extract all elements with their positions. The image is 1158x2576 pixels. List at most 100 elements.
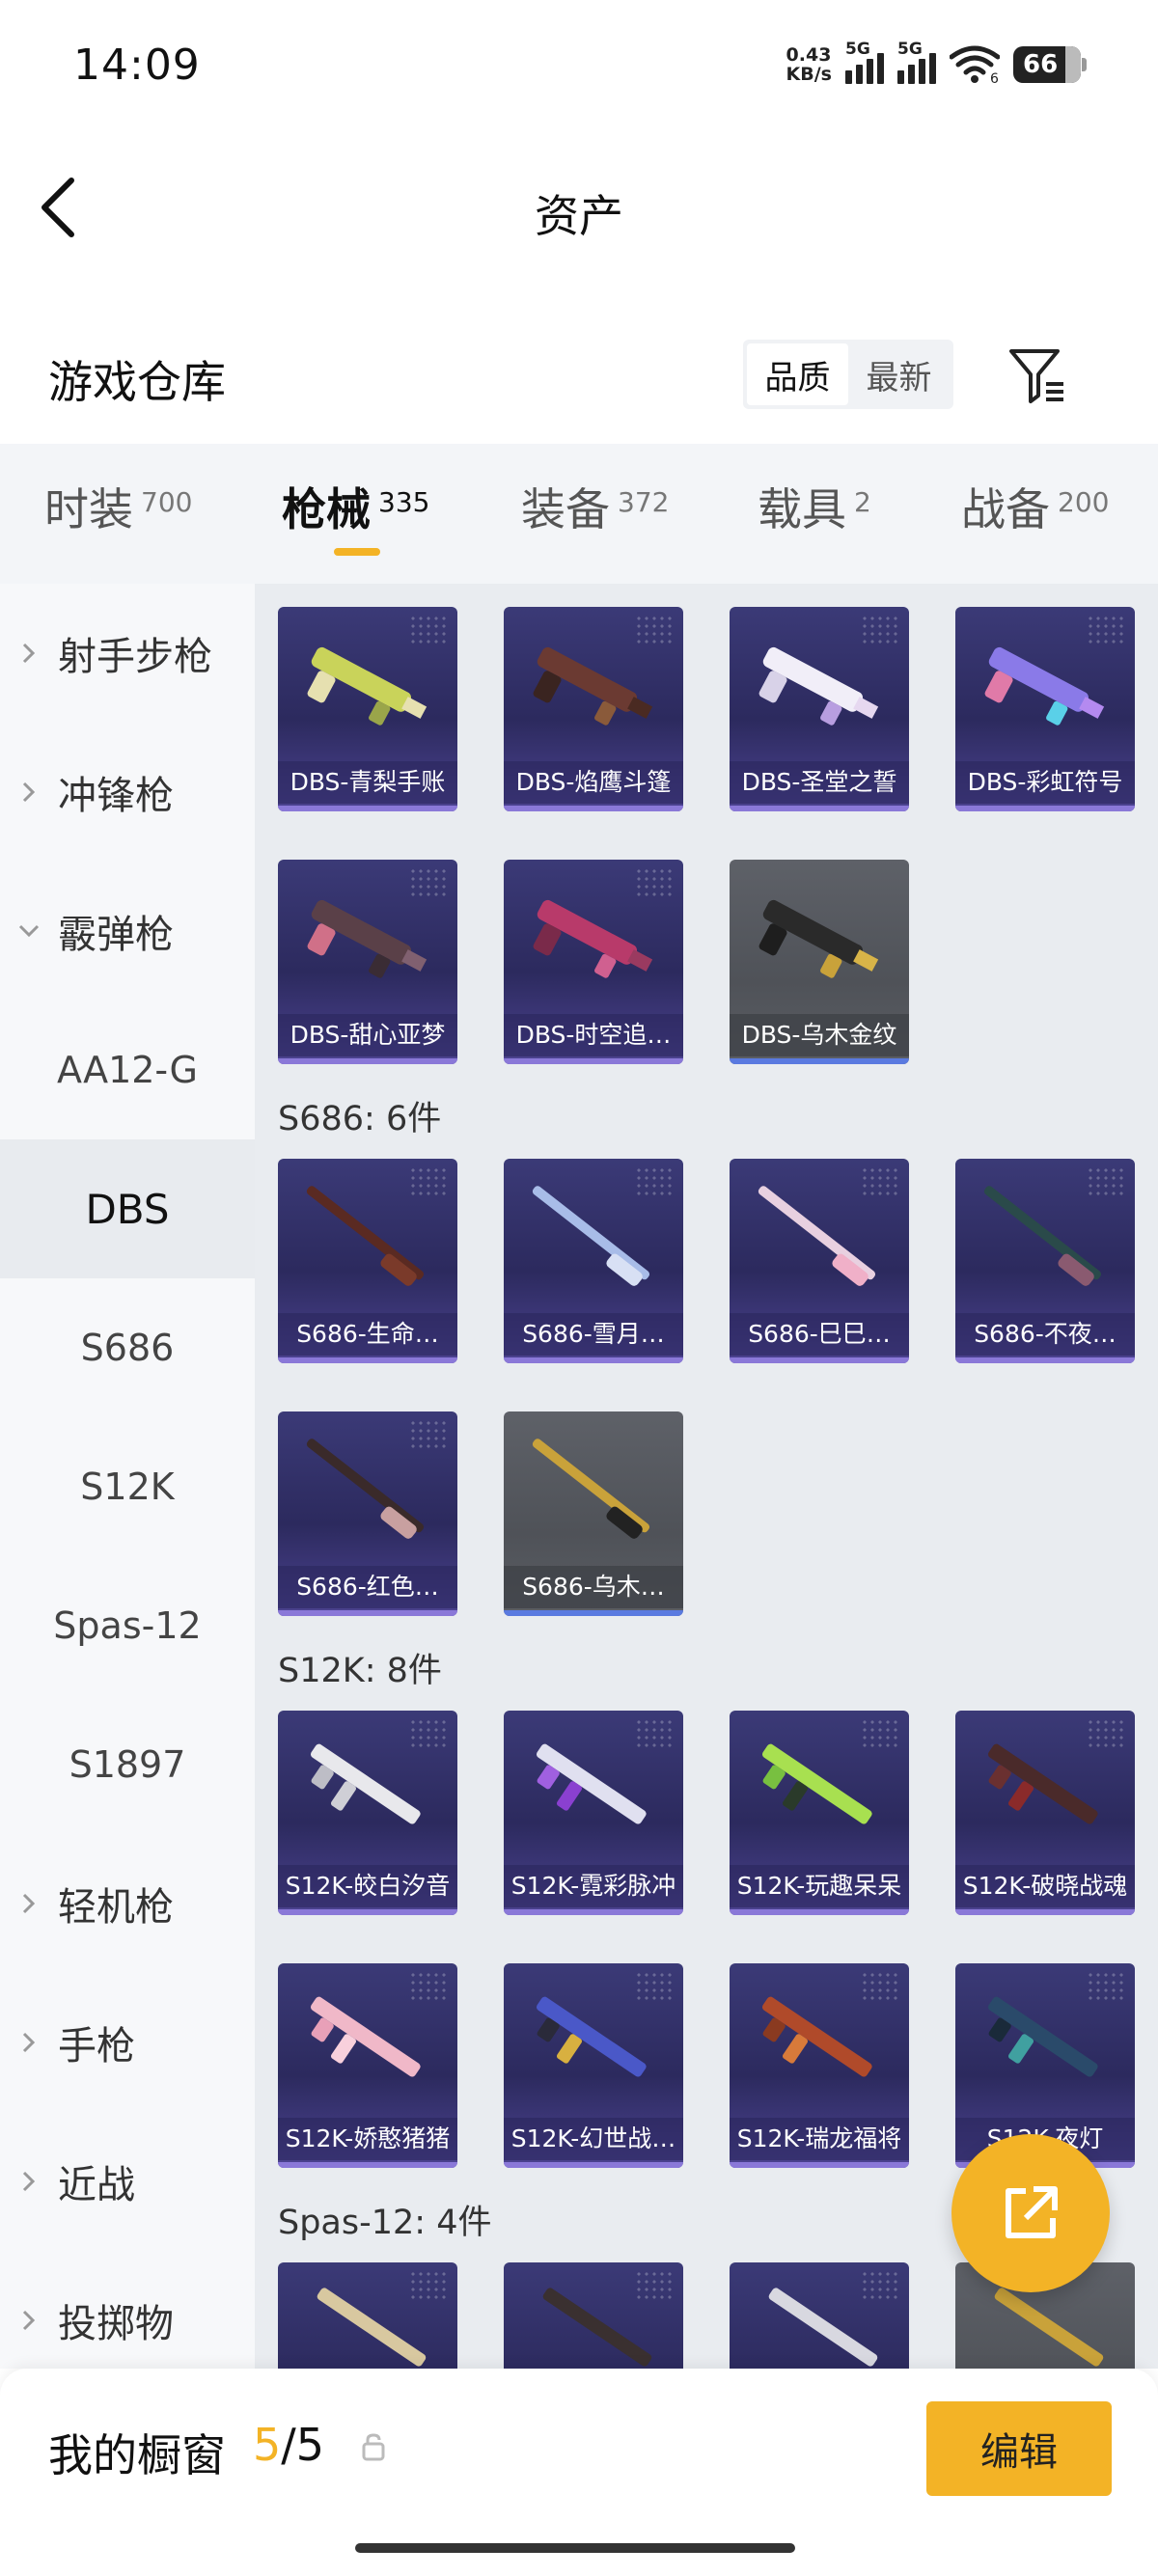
sidebar-item-spas12[interactable]: Spas-12 (0, 1556, 255, 1695)
external-link-icon (1006, 2186, 1058, 2238)
tab-equipment[interactable]: 装备 372 (521, 475, 669, 538)
section-title-s12k: S12K: 8件 (278, 1652, 442, 1690)
weapon-card[interactable]: S686-生命… (278, 1159, 457, 1363)
weapon-card[interactable]: S12K-霓彩脉冲 (504, 1711, 683, 1915)
showcase-count: 5/5 (253, 2419, 325, 2471)
sidebar-item-dbs[interactable]: DBS (0, 1139, 255, 1278)
shotgun-icon (306, 1186, 425, 1286)
filter-icon (1009, 349, 1063, 403)
weapon-card[interactable] (730, 2262, 909, 2369)
weapon-grid: DBS-青梨手账 DBS-焰鹰斗篷 DBS-圣堂之誓 DBS-彩虹符号 DBS-… (255, 584, 1158, 2369)
network-speed: 0.43 KB/s (786, 44, 832, 85)
shotgun-icon (758, 646, 879, 726)
page-title: 资产 (535, 190, 623, 242)
weapon-card[interactable]: DBS-圣堂之誓 (730, 607, 909, 811)
section-title-spas12: Spas-12: 4件 (278, 2204, 492, 2242)
sidebar-item-aa12g[interactable]: AA12-G (0, 1000, 255, 1139)
weapon-card[interactable]: S686-巳巳… (730, 1159, 909, 1363)
shotgun-icon (307, 646, 427, 726)
shotgun-icon (984, 646, 1105, 726)
share-button[interactable] (951, 2134, 1110, 2292)
svg-text:6: 6 (990, 71, 999, 84)
shotgun-icon (533, 899, 653, 978)
sort-toggle: 品质 最新 (743, 340, 953, 409)
weapon-card[interactable]: S12K-破晓战魂 (955, 1711, 1135, 1915)
weapon-card[interactable]: S12K-皎白汐音 (278, 1711, 457, 1915)
shotgun-icon (310, 1743, 421, 1824)
sidebar-item-s686[interactable]: S686 (0, 1278, 255, 1417)
tab-fashion[interactable]: 时装 700 (44, 475, 192, 538)
shotgun-icon (532, 1186, 650, 1286)
chevron-right-icon (0, 2031, 58, 2054)
chevron-down-icon (0, 923, 58, 939)
edit-button[interactable]: 编辑 (926, 2401, 1112, 2496)
sidebar-item-marksman-rifle[interactable]: 射手步枪 (0, 584, 255, 723)
app-header: 资产 (0, 145, 1158, 270)
shotgun-icon (310, 1996, 421, 2077)
showcase-label: 我的橱窗 (48, 2429, 226, 2481)
repo-header: 游戏仓库 品质 最新 (0, 328, 1158, 425)
sidebar-item-smg[interactable]: 冲锋枪 (0, 723, 255, 862)
weapon-card[interactable]: DBS-甜心亚梦 (278, 860, 457, 1064)
weapon-card[interactable]: S12K-瑞龙福将 (730, 1963, 909, 2168)
shotgun-icon (532, 1439, 650, 1539)
chevron-right-icon (0, 2309, 58, 2332)
status-bar: 14:09 0.43 KB/s 5G 5G 6 66 (0, 0, 1158, 125)
shotgun-icon (987, 1743, 1098, 1824)
repo-title: 游戏仓库 (48, 356, 226, 408)
section-title-s686: S686: 6件 (278, 1100, 442, 1138)
weapon-card[interactable]: S12K-幻世战… (504, 1963, 683, 2168)
weapon-card[interactable]: S12K-娇憨猪猪 (278, 1963, 457, 2168)
shotgun-icon (758, 1186, 876, 1286)
sidebar-item-s12k[interactable]: S12K (0, 1417, 255, 1556)
weapon-card[interactable] (504, 2262, 683, 2369)
weapon-card[interactable]: S686-不夜… (955, 1159, 1135, 1363)
shotgun-icon (542, 2288, 652, 2367)
filter-button[interactable] (1004, 342, 1071, 409)
status-time: 14:09 (73, 41, 201, 90)
sort-quality-option[interactable]: 品质 (747, 343, 848, 405)
wifi-icon: 6 (949, 45, 1001, 87)
sidebar-item-melee[interactable]: 近战 (0, 2112, 255, 2251)
weapon-card[interactable]: DBS-时空追… (504, 860, 683, 1064)
weapon-card[interactable]: DBS-焰鹰斗篷 (504, 607, 683, 811)
shotgun-icon (536, 1743, 647, 1824)
sidebar-item-s1897[interactable]: S1897 (0, 1695, 255, 1834)
shotgun-icon (983, 1186, 1102, 1286)
tab-supplies[interactable]: 战备 200 (961, 475, 1109, 538)
shotgun-icon (307, 899, 427, 978)
shotgun-icon (533, 646, 653, 726)
weapon-card[interactable]: DBS-彩虹符号 (955, 607, 1135, 811)
status-icons: 0.43 KB/s 5G 5G 6 66 (786, 40, 1087, 89)
signal-1-icon: 5G (845, 40, 884, 84)
weapon-card[interactable]: S686-红色… (278, 1411, 457, 1616)
chevron-right-icon (0, 2170, 58, 2193)
sidebar-item-lmg[interactable]: 轻机枪 (0, 1834, 255, 1973)
weapon-card[interactable]: DBS-青梨手账 (278, 607, 457, 811)
signal-2-icon: 5G (897, 40, 936, 84)
lock-icon (362, 2433, 385, 2461)
weapon-card[interactable]: S686-雪月… (504, 1159, 683, 1363)
tab-vehicles[interactable]: 载具 2 (758, 475, 871, 538)
tab-guns[interactable]: 枪械 335 (282, 475, 429, 538)
weapon-card[interactable]: S686-乌木… (504, 1411, 683, 1616)
weapon-category-sidebar: 射手步枪 冲锋枪 霰弹枪 AA12-G DBS S686 S12K Spas-1… (0, 584, 255, 2369)
shotgun-icon (987, 1996, 1098, 2077)
home-indicator (355, 2543, 795, 2553)
sidebar-item-pistol[interactable]: 手枪 (0, 1973, 255, 2112)
shotgun-icon (758, 899, 879, 978)
sidebar-item-shotgun[interactable]: 霰弹枪 (0, 862, 255, 1000)
sort-newest-option[interactable]: 最新 (848, 343, 950, 405)
battery-icon: 66 (1013, 46, 1087, 83)
shotgun-icon (306, 1439, 425, 1539)
weapon-card[interactable]: DBS-乌木金纹 (730, 860, 909, 1064)
chevron-right-icon (0, 642, 58, 665)
chevron-right-icon (0, 1892, 58, 1915)
weapon-card[interactable] (278, 2262, 457, 2369)
chevron-right-icon (0, 781, 58, 804)
shotgun-icon (317, 2288, 427, 2367)
shotgun-icon (768, 2288, 878, 2367)
shotgun-icon (761, 1743, 872, 1824)
shotgun-icon (536, 1996, 647, 2077)
weapon-card[interactable]: S12K-玩趣呆呆 (730, 1711, 909, 1915)
